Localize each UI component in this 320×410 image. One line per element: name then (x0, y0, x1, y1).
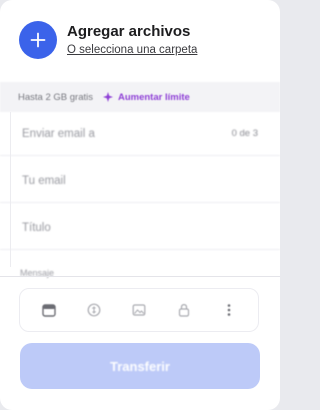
lock-icon (179, 303, 190, 317)
increase-limit-link[interactable]: Aumentar límite (102, 91, 190, 103)
email-to-placeholder: Enviar email a (22, 127, 95, 140)
transfer-label: Transferir (110, 358, 170, 374)
options-toolbar (19, 288, 259, 332)
sparkle-icon (102, 92, 113, 102)
upload-title: Agregar archivos (67, 22, 191, 40)
more-options-button[interactable] (217, 298, 241, 322)
increase-limit-label: Aumentar límite (117, 91, 190, 103)
calendar-icon (41, 304, 56, 317)
password-button[interactable] (172, 298, 196, 322)
image-button[interactable] (127, 298, 151, 322)
quota-bar: Hasta 2 GB gratis Aumentar límite (0, 82, 280, 112)
upload-area[interactable]: Agregar archivos O selecciona una carpet… (19, 20, 197, 60)
title-field[interactable]: Título (0, 206, 280, 250)
upload-text: Agregar archivos O selecciona una carpet… (67, 23, 197, 58)
email-to-field[interactable]: Enviar email a 0 de 3 (0, 112, 280, 156)
add-files-button[interactable] (19, 21, 57, 59)
select-folder-link[interactable]: O selecciona una carpeta (67, 42, 197, 58)
title-placeholder: Título (22, 221, 51, 234)
transfer-panel: Agregar archivos O selecciona una carpet… (0, 0, 280, 410)
currency-icon (87, 303, 101, 317)
section-divider (0, 276, 280, 277)
more-icon (228, 304, 231, 316)
your-email-field[interactable]: Tu email (0, 159, 280, 203)
transfer-button[interactable]: Transferir (20, 343, 260, 389)
quota-text: Hasta 2 GB gratis (18, 91, 93, 103)
schedule-button[interactable] (37, 298, 61, 322)
plus-icon (30, 32, 46, 48)
image-icon (132, 304, 146, 316)
your-email-placeholder: Tu email (22, 174, 66, 187)
payment-button[interactable] (82, 298, 106, 322)
email-recipient-counter: 0 de 3 (231, 128, 258, 139)
